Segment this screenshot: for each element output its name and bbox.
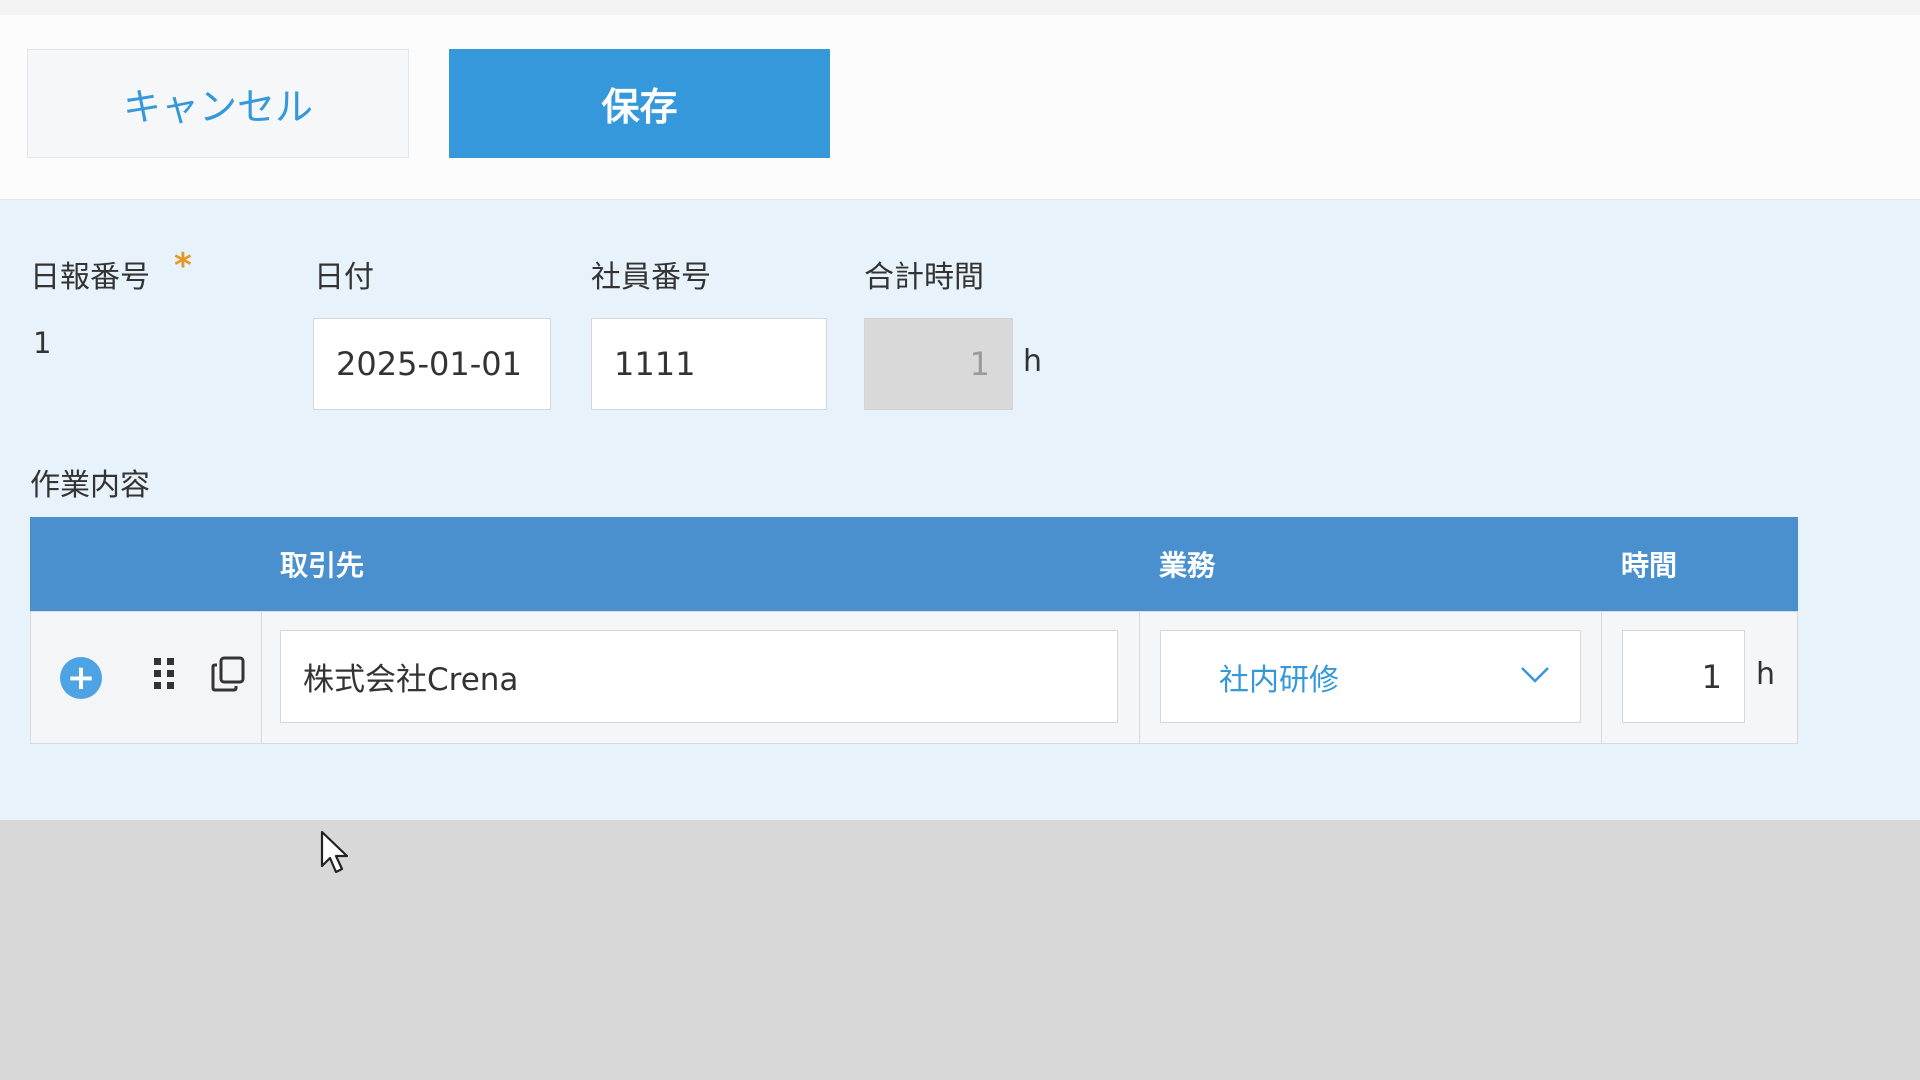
total-hours-field: 1 bbox=[864, 318, 1013, 410]
employee-no-input[interactable]: 1111 bbox=[591, 318, 827, 410]
toolbar: キャンセル 保存 bbox=[0, 15, 1920, 200]
add-circle-icon[interactable]: + bbox=[60, 657, 102, 699]
task-select[interactable]: 社内研修 bbox=[1160, 630, 1581, 723]
mouse-cursor-icon bbox=[320, 830, 349, 874]
employee-no-label: 社員番号 bbox=[591, 260, 711, 295]
row-actions: + bbox=[31, 612, 262, 743]
column-task: 業務 bbox=[1159, 549, 1216, 582]
total-hours-label: 合計時間 bbox=[864, 260, 984, 295]
cancel-button[interactable]: キャンセル bbox=[27, 49, 409, 158]
drag-handle-icon[interactable] bbox=[152, 656, 176, 692]
required-mark: * bbox=[174, 246, 192, 286]
task-select-value: 社内研修 bbox=[1219, 662, 1339, 698]
hours-unit: h bbox=[1756, 657, 1776, 692]
report-no-label: 日報番号 bbox=[30, 260, 150, 295]
date-label: 日付 bbox=[314, 260, 374, 295]
work-content-label: 作業内容 bbox=[30, 468, 150, 503]
table-row: + 株式会社Crena 社内研修 1 h bbox=[30, 611, 1798, 744]
date-input[interactable]: 2025-01-01 bbox=[313, 318, 551, 410]
column-client: 取引先 bbox=[280, 549, 365, 582]
cell-divider bbox=[1601, 612, 1602, 743]
column-hours: 時間 bbox=[1621, 549, 1678, 582]
top-strip bbox=[0, 0, 1920, 15]
cell-divider bbox=[1139, 612, 1140, 743]
copy-icon[interactable] bbox=[211, 656, 245, 692]
report-no-value: 1 bbox=[33, 326, 52, 360]
work-table-header: 取引先 業務 時間 bbox=[30, 517, 1798, 611]
client-input[interactable]: 株式会社Crena bbox=[280, 630, 1118, 723]
total-hours-unit: h bbox=[1023, 344, 1043, 379]
save-button[interactable]: 保存 bbox=[449, 49, 830, 158]
chevron-down-icon bbox=[1521, 667, 1549, 683]
hours-input[interactable]: 1 bbox=[1622, 630, 1745, 723]
